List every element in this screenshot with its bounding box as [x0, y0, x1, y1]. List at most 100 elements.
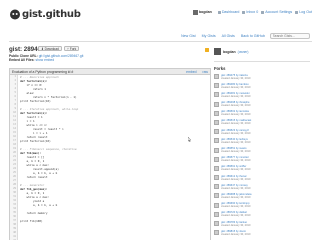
fork-text: gist: 289540 by lezlieys created January …: [221, 138, 250, 144]
fork-date: created January 30, 2010: [221, 232, 251, 236]
username-link[interactable]: bogdan: [199, 10, 212, 14]
sidebar: bogdan (owner) Forks gist: 289475 by ira…: [214, 47, 310, 239]
fork-avatar[interactable]: [214, 184, 219, 190]
fork-avatar[interactable]: [214, 165, 219, 171]
file-header: Evaluation of a Python programming id # …: [9, 68, 211, 75]
nav-back-to-github[interactable]: Back to GitHub: [241, 34, 265, 38]
inbox-link[interactable]: Inbox 0: [242, 10, 258, 14]
octocat-icon: [10, 9, 20, 19]
fork-avatar[interactable]: [214, 221, 219, 226]
fork-item: gist: 289515 by mathecast created January…: [214, 119, 310, 128]
fork-avatar[interactable]: [214, 211, 219, 217]
fork-item: gist: 289475 by irakoza created January 3…: [214, 74, 310, 83]
fork-date: created January 30, 2010: [221, 140, 251, 144]
fork-item: gist: 289612 by thenar created January 30…: [214, 175, 310, 184]
fork-text: gist: 289720 by dekkel created January 30…: [221, 211, 250, 217]
code-view[interactable]: 1 2 3 4 5 6 7 8 9 10 11 12 13 14 15 16 17 18 19 20 21 22 23 24 2…: [9, 75, 211, 240]
fork-avatar[interactable]: [214, 83, 219, 89]
file-name: Evaluation of a Python programming id #: [12, 69, 74, 74]
fork-item: gist: 289647 by mrosey created January 30…: [214, 184, 310, 193]
header-divider: [9, 41, 312, 42]
fork-avatar[interactable]: [214, 230, 219, 236]
mouse-cursor-icon: [188, 137, 191, 142]
fork-avatar[interactable]: [214, 175, 219, 181]
fork-button[interactable]: ⑂ Fork: [64, 46, 80, 51]
fork-date: created January 30, 2010: [221, 113, 251, 117]
fork-date: created January 30, 2010: [221, 205, 251, 209]
embed-file-link[interactable]: embed: [186, 70, 196, 74]
fork-avatar[interactable]: [214, 101, 219, 107]
avatar[interactable]: [192, 9, 198, 15]
fork-avatar[interactable]: [214, 92, 219, 98]
fork-avatar[interactable]: [214, 147, 219, 153]
fork-avatar[interactable]: [214, 193, 219, 199]
search-input[interactable]: [270, 33, 310, 39]
dashboard-link[interactable]: Dashboard: [217, 10, 240, 14]
dashboard-label: Dashboard: [221, 10, 240, 14]
fork-avatar[interactable]: [214, 156, 219, 162]
gist-logo[interactable]: gist.github: [9, 8, 81, 20]
fork-text: gist: 289551 by reeets created January 30…: [221, 147, 250, 153]
logout-link[interactable]: Log Out: [295, 10, 312, 14]
dashboard-icon: [217, 10, 221, 14]
fork-text: gist: 289577 by mmotter created January 3…: [221, 156, 250, 162]
user-bar: bogdan Dashboard Inbox 0 Account Setting…: [192, 9, 312, 15]
fork-text: gist: 289498 by rbnaiphe created January …: [221, 101, 250, 107]
fork-item: gist: 289523 by cansyyrl created January …: [214, 129, 310, 138]
fork-avatar[interactable]: [214, 129, 219, 135]
code-lines: # ... Recursive approach def factorial(n)…: [18, 75, 210, 240]
fork-item: gist: 289688 by jabomdeta created January…: [214, 193, 310, 202]
fork-date: created January 30, 2010: [221, 131, 251, 135]
fork-date: created January 30, 2010: [221, 159, 251, 163]
fork-item: gist: 289481 by mewoski created January 3…: [214, 92, 310, 101]
fork-icon: ⑂: [67, 47, 69, 51]
fork-item: gist: 289591 by sniffer created January 3…: [214, 165, 310, 174]
fork-date: created January 30, 2010: [221, 195, 251, 199]
logout-label: Log Out: [299, 10, 312, 14]
fork-item: gist: 289783 by tianluo created January 3…: [214, 221, 310, 230]
fork-text: gist: 289612 by thenar created January 30…: [221, 175, 250, 181]
star-icon[interactable]: [205, 48, 209, 52]
fork-text: gist: 289690 by kordmpp created January 3…: [221, 202, 250, 208]
owner-badge: (owner): [237, 49, 249, 54]
fork-date: created January 30, 2010: [221, 76, 251, 80]
nav-all-gists[interactable]: All Gists: [222, 34, 235, 38]
embed-row: Embed All Files: show embed: [9, 58, 54, 62]
download-button[interactable]: ⬇ Download: [38, 46, 62, 51]
gist-file: Evaluation of a Python programming id # …: [9, 68, 211, 240]
fork-avatar[interactable]: [214, 119, 219, 125]
download-label: Download: [44, 47, 59, 51]
account-settings-link[interactable]: Account Settings: [261, 10, 292, 14]
owner-avatar[interactable]: [214, 48, 221, 55]
nav-new-gist[interactable]: New Gist: [181, 34, 196, 38]
settings-icon: [261, 10, 265, 14]
fork-date: created January 30, 2010: [221, 186, 251, 190]
fork-text: gist: 289475 by irakoza created January 3…: [221, 74, 250, 80]
fork-date: created January 30, 2010: [221, 223, 251, 227]
fork-text: gist: 289502 by iamvista created January …: [221, 110, 250, 116]
fork-text: gist: 289481 by mewoski created January 3…: [221, 92, 250, 98]
fork-date: created January 30, 2010: [221, 214, 251, 218]
owner-name[interactable]: bogdan: [223, 50, 236, 54]
fork-avatar[interactable]: [214, 138, 219, 144]
fork-text: gist: 289783 by tianluo created January 3…: [221, 221, 250, 227]
raw-file-link[interactable]: raw: [203, 70, 208, 74]
fork-date: created January 30, 2010: [221, 122, 251, 126]
fork-text: gist: 289815 by vlsom created January 30,…: [221, 230, 250, 236]
fork-avatar[interactable]: [214, 202, 219, 208]
download-icon: ⬇: [41, 47, 44, 51]
fork-item: gist: 289498 by rbnaiphe created January …: [214, 101, 310, 110]
fork-avatar[interactable]: [214, 74, 219, 79]
fork-text: gist: 289480 by bamboo created January 30…: [221, 83, 250, 89]
fork-text: gist: 289647 by mrosey created January 30…: [221, 184, 250, 190]
nav-my-gists[interactable]: My Gists: [202, 34, 216, 38]
fork-text: gist: 289515 by mathecast created January…: [221, 119, 251, 125]
show-embed-link[interactable]: show embed: [35, 58, 54, 62]
fork-item: gist: 289480 by bamboo created January 30…: [214, 83, 310, 92]
fork-date: created January 30, 2010: [221, 150, 251, 153]
fork-date: created January 30, 2010: [221, 177, 251, 181]
fork-avatar[interactable]: [214, 110, 219, 116]
fork-item: gist: 289720 by dekkel created January 30…: [214, 211, 310, 220]
fork-item: gist: 289690 by kordmpp created January 3…: [214, 202, 310, 211]
fork-item: gist: 289502 by iamvista created January …: [214, 110, 310, 119]
